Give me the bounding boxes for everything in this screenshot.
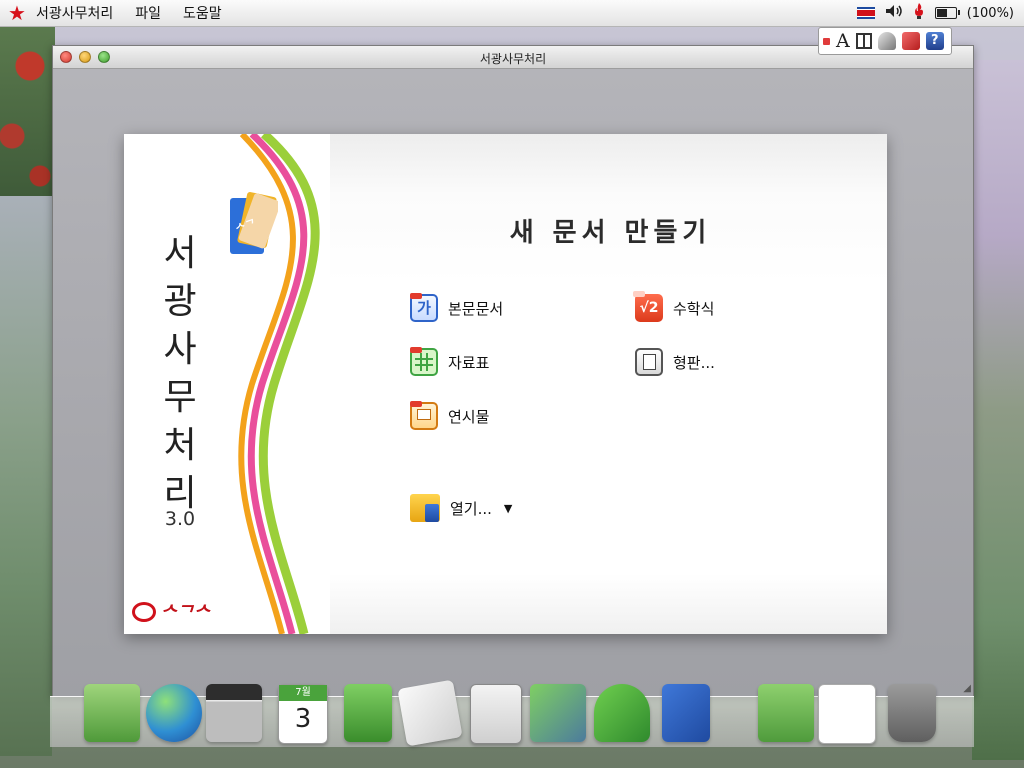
brand-pane: ᄉᄀ 서 광 사 무 처 리 3.0 ᄉᄀᄉ (124, 134, 330, 634)
new-document-heading: 새 문서 만들기 (509, 218, 712, 248)
system-tools-icon[interactable] (530, 684, 586, 742)
ime-status-icon[interactable] (823, 37, 830, 45)
layout-icon[interactable] (855, 33, 872, 49)
open-folder-icon (410, 494, 440, 522)
ime-toolbar: A ? (818, 27, 952, 55)
resize-grip-icon[interactable]: ◢ (963, 683, 971, 694)
new-formula-button[interactable]: √2 수학식 (633, 291, 715, 322)
video-icon[interactable] (206, 684, 262, 742)
product-version: 3.0 (164, 508, 196, 530)
tool-icon[interactable] (901, 32, 920, 50)
new-text-document-label: 본문문서 (448, 299, 504, 318)
info-icon[interactable] (594, 684, 650, 742)
flag-icon[interactable] (856, 7, 875, 19)
new-spreadsheet-button[interactable]: 자료표 (410, 347, 490, 376)
new-spreadsheet-label: 자료표 (448, 353, 490, 372)
calendar-day: 3 (294, 704, 312, 734)
torch-icon[interactable] (913, 3, 925, 23)
folder-icon[interactable] (758, 684, 814, 742)
system-tray: (100%) (856, 0, 1014, 26)
office-logo-icon: ᄉᄀ (230, 192, 278, 254)
office-icon[interactable] (662, 684, 710, 742)
actions-pane: 새 문서 만들기 가 본문문서 √2 수학식 자료표 형판... 연시물 열기.… (330, 134, 887, 634)
wallpaper-right (972, 60, 1024, 760)
brush-icon[interactable] (877, 32, 896, 50)
battery-level: (100%) (966, 5, 1014, 21)
notes-icon[interactable] (84, 684, 140, 742)
document-icon[interactable] (818, 684, 876, 744)
new-formula-label: 수학식 (673, 299, 715, 318)
new-from-template-button[interactable]: 형판... (635, 348, 715, 376)
wallpaper-left (0, 196, 52, 756)
menu-bar: ★ 서광사무처리 파일 도움말 (100%) (0, 0, 1024, 27)
company-logo-text: ᄉᄀᄉ (160, 603, 210, 624)
menu-file[interactable]: 파일 (135, 3, 161, 23)
welcome-panel: ᄉᄀ 서 광 사 무 처 리 3.0 ᄉᄀᄉ 새 문서 만들기 가 본문문서 √… (124, 134, 887, 634)
new-text-document-button[interactable]: 가 본문문서 (410, 293, 504, 322)
app-window: 서광사무처리 ᄉᄀ 서 광 사 무 처 리 3.0 ᄉᄀᄉ 새 문서 만들기 가… (52, 45, 974, 697)
menu-app-name[interactable]: 서광사무처리 (36, 3, 113, 23)
trash-icon[interactable] (888, 684, 936, 742)
font-icon[interactable]: A (836, 30, 850, 52)
open-document-label: 열기... (450, 499, 492, 518)
product-name-vertical: 서 광 사 무 처 리 (163, 233, 197, 514)
calendar-icon[interactable]: 7월 3 (278, 684, 328, 744)
template-icon (635, 348, 663, 376)
star-menu-icon[interactable]: ★ (8, 3, 26, 23)
calendar-month: 7월 (279, 685, 327, 701)
window-content: ᄉᄀ 서 광 사 무 처 리 3.0 ᄉᄀᄉ 새 문서 만들기 가 본문문서 √… (53, 69, 973, 696)
chevron-down-icon[interactable]: ▼ (504, 502, 512, 515)
new-presentation-label: 연시물 (448, 407, 490, 426)
globe-icon[interactable] (146, 684, 202, 742)
open-document-button[interactable]: 열기... ▼ (410, 494, 512, 522)
math-icon: √2 (633, 291, 663, 322)
contacts-icon[interactable] (344, 684, 392, 742)
new-from-template-label: 형판... (673, 353, 715, 372)
dock: 7월 3 (82, 679, 944, 750)
calculator-icon[interactable] (470, 684, 522, 744)
presentation-icon (410, 401, 438, 430)
company-logo-icon (132, 602, 156, 622)
wallpaper-flowers (0, 26, 55, 196)
battery-icon[interactable] (934, 7, 960, 19)
menu-help[interactable]: 도움말 (183, 3, 222, 23)
search-icon[interactable] (397, 679, 463, 747)
new-presentation-button[interactable]: 연시물 (410, 401, 490, 430)
help-icon[interactable]: ? (925, 32, 944, 50)
spreadsheet-icon (410, 347, 438, 376)
company-logo: ᄉᄀᄉ (132, 600, 240, 624)
document-icon: 가 (410, 293, 438, 322)
volume-icon[interactable] (885, 4, 903, 22)
